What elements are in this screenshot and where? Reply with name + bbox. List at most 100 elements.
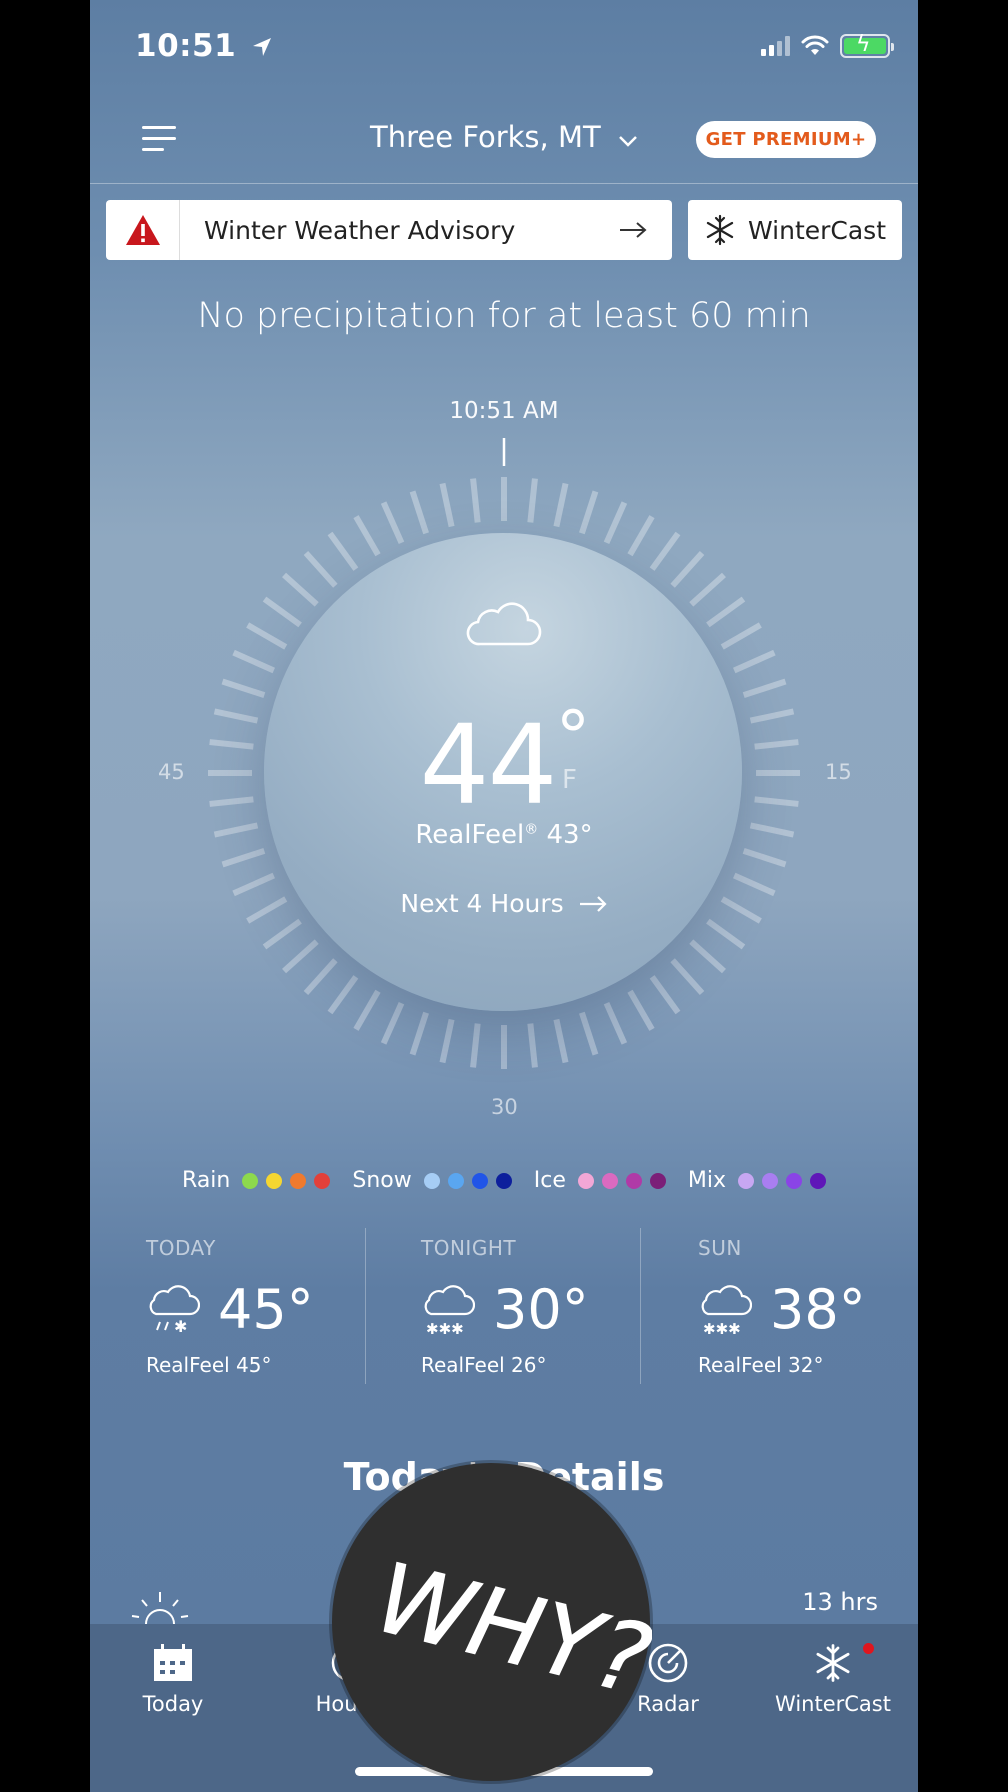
dial-tick <box>221 678 266 698</box>
status-indicators: ϟ <box>761 32 894 58</box>
legend-dot <box>266 1172 283 1189</box>
precip-legend: Rain Snow Ice Mix <box>90 1168 918 1193</box>
legend-dot <box>423 1172 440 1189</box>
dial-tick <box>327 531 359 571</box>
why-sticker-text: WHY? <box>365 1541 652 1718</box>
svg-text:✱✱✱: ✱✱✱ <box>426 1320 464 1336</box>
snowflake-icon <box>816 1644 850 1682</box>
legend-mix: Mix <box>688 1168 826 1193</box>
legend-dot <box>577 1172 594 1189</box>
forecast-divider <box>640 1228 641 1384</box>
dial-tick <box>579 490 599 535</box>
svg-text:WHY?: WHY? <box>365 1542 652 1718</box>
dial-tick <box>262 918 302 950</box>
dial-tick <box>706 918 746 950</box>
minutecast-summary: No precipitation for at least 60 min <box>197 296 811 336</box>
forecast-temp: 30° <box>493 1278 589 1341</box>
battery-charging-icon: ϟ <box>840 32 894 58</box>
snowflake-icon <box>706 214 734 246</box>
forecast-day-label: TONIGHT <box>421 1236 517 1260</box>
legend-ice: Ice <box>534 1168 666 1193</box>
forecast-sun[interactable]: SUN ✱✱✱ 38° RealFeel 32° <box>698 1236 918 1377</box>
dial-tick <box>380 1001 405 1045</box>
dial-tick <box>742 848 787 868</box>
chevron-down-icon <box>619 136 637 147</box>
nav-wintercast[interactable]: WinterCast <box>763 1640 903 1716</box>
forecast-realfeel: RealFeel 26° <box>421 1353 547 1377</box>
daylight-hours: 13 hrs <box>802 1588 878 1616</box>
rain-snow-icon: ✱ <box>149 1284 200 1336</box>
legend-dot <box>737 1172 754 1189</box>
forecast-tonight[interactable]: TONIGHT ✱✱✱ 30° RealFeel 26° <box>421 1236 681 1377</box>
dial-current-time: 10:51 AM <box>449 398 559 424</box>
cloud-icon <box>466 602 542 646</box>
legend-dot <box>471 1172 488 1189</box>
dial-tick <box>689 572 726 607</box>
dial-tick <box>527 478 538 523</box>
dial-tick <box>670 958 705 995</box>
dial-tick <box>649 975 681 1015</box>
location-arrow-icon <box>253 38 272 56</box>
temperature-unit: F <box>562 765 577 795</box>
legend-dot <box>761 1172 778 1189</box>
winter-advisory-banner[interactable]: Winter Weather Advisory <box>106 200 672 260</box>
legend-dot <box>314 1172 331 1189</box>
legend-dot <box>242 1172 259 1189</box>
header-divider <box>90 183 918 184</box>
legend-dot <box>649 1172 666 1189</box>
dial-tick <box>353 515 381 557</box>
dial-tick <box>670 551 705 588</box>
dial-tick <box>303 958 338 995</box>
cellular-signal-icon <box>761 36 790 56</box>
svg-text:✱: ✱ <box>174 1317 187 1336</box>
forecast-realfeel: RealFeel 32° <box>698 1353 824 1377</box>
get-premium-button[interactable]: GET PREMIUM+ <box>696 121 876 158</box>
forecast-day-label: TODAY <box>146 1236 216 1260</box>
dial-tick <box>470 1023 481 1068</box>
dial-tick <box>603 1001 628 1045</box>
wifi-icon <box>801 35 829 55</box>
snow-cloud-icon: ✱✱✱ <box>701 1284 752 1336</box>
current-temperature: 44° <box>419 696 591 829</box>
legend-snow: Snow <box>352 1168 512 1193</box>
snow-cloud-icon: ✱✱✱ <box>424 1284 475 1336</box>
dial-tick <box>742 678 787 698</box>
current-realfeel: RealFeel® 43° <box>415 820 593 850</box>
nav-today[interactable]: Today <box>103 1640 243 1716</box>
legend-dot <box>809 1172 826 1189</box>
dial-tick <box>409 490 429 535</box>
nav-wintercast-label: WinterCast <box>775 1692 891 1716</box>
app-screen: 10:51 ϟ Three Forks, MT GET PREMIUM+ Win… <box>90 0 918 1792</box>
dial-tick <box>409 1011 429 1056</box>
dial-tick <box>553 482 569 528</box>
forecast-temp: 45° <box>218 1278 314 1341</box>
dial-tick <box>732 649 776 674</box>
forecast-today[interactable]: TODAY ✱ 45° RealFeel 45° <box>146 1236 406 1377</box>
dial-tick <box>720 622 762 650</box>
dial-tick <box>282 939 319 974</box>
dial-tick <box>221 848 266 868</box>
legend-dot <box>601 1172 618 1189</box>
forecast-temp: 38° <box>770 1278 866 1341</box>
wintercast-label: WinterCast <box>747 215 887 245</box>
dial-tick <box>706 596 746 628</box>
forecast-day-label: SUN <box>698 1236 742 1260</box>
dial-tick <box>579 1011 599 1056</box>
wintercast-button[interactable]: WinterCast <box>688 200 902 260</box>
advisory-label: Winter Weather Advisory <box>204 215 516 245</box>
dial-tick <box>353 989 381 1031</box>
dial-tick <box>262 596 302 628</box>
sunrise-icon <box>131 1592 189 1625</box>
next-4-hours-link[interactable]: Next 4 Hours <box>90 889 918 918</box>
nav-today-label: Today <box>142 1692 204 1716</box>
forecast-realfeel: RealFeel 45° <box>146 1353 272 1377</box>
radar-icon <box>648 1643 688 1683</box>
dial-marker-30: 30 <box>491 1095 518 1119</box>
dial-tick <box>649 531 681 571</box>
legend-dot <box>625 1172 642 1189</box>
dial-tick <box>553 1018 569 1064</box>
calendar-icon <box>154 1644 192 1681</box>
dial-tick <box>246 622 288 650</box>
legend-dot <box>447 1172 464 1189</box>
arrow-right-icon <box>618 214 672 247</box>
